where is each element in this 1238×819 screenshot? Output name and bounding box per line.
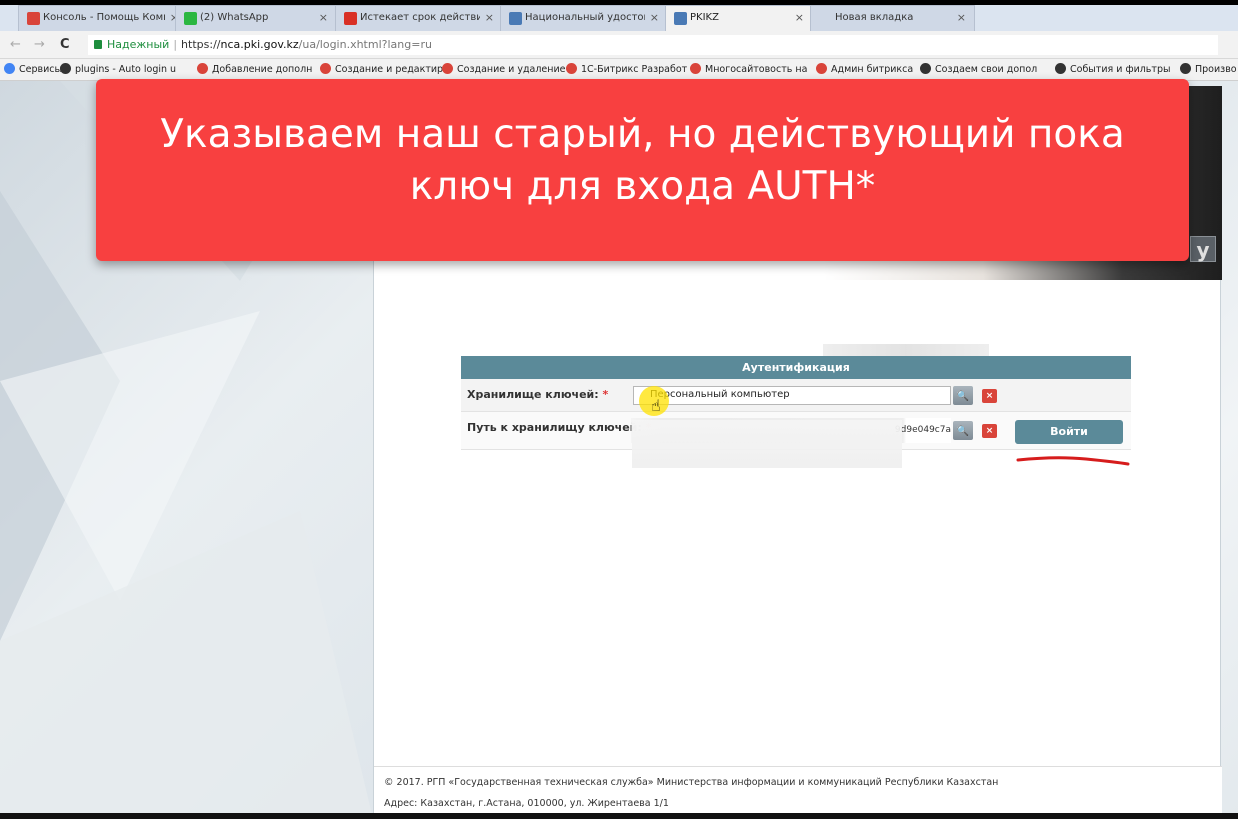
bookmark-label: Многосайтовость на [705,64,808,75]
bitrix-icon [197,63,208,74]
ex-icon [920,63,931,74]
bookmark-label: plugins - Auto login u [75,64,177,75]
storage-row: Хранилище ключей: * Персональный компьют… [461,379,1131,412]
lock-icon [94,40,102,49]
caption-line-2: ключ для входа AUTH* [409,164,876,209]
path-search-button[interactable]: 🔍 [953,421,973,440]
storage-select[interactable]: Персональный компьютер [633,386,951,405]
bitrix-icon [566,63,577,74]
search-icon: 🔍 [956,391,970,402]
url-scheme: https:// [181,38,221,51]
bookmark-item[interactable]: plugins - Auto login u [60,63,176,75]
bitrix-icon [816,63,827,74]
bookmark-label: События и фильтры [1070,64,1171,75]
browser-toolbar: ← → C Надежный | https://nca.pki.gov.kz/ua… [0,31,1238,59]
bookmark-item[interactable]: Добавление дополн [197,63,312,75]
bookmark-label: Создание и удаление [457,64,566,75]
tab-1[interactable]: Консоль - Помощь Комп× [18,5,188,31]
tab-2[interactable]: (2) WhatsApp × [175,5,337,31]
tab-favicon-icon [509,12,522,25]
bookmark-label: Сервисы [19,64,63,75]
red-underline-annotation [1016,456,1130,466]
bookmark-item[interactable]: Создание и удаление [442,63,566,75]
tab-6[interactable]: Новая вкладка × [810,5,975,31]
storage-search-button[interactable]: 🔍 [953,386,973,405]
bookmark-item[interactable]: Создаем свои допол [920,63,1037,75]
bookmark-item[interactable]: Админ битрикса [816,63,913,75]
bookmark-label: Произво [1195,64,1237,75]
bitrix-icon [320,63,331,74]
banner-logo-letter: y [1190,236,1216,262]
tab-strip: Консоль - Помощь Комп×(2) WhatsApp×Истек… [0,0,1238,31]
overlay-caption: Указываем наш старый, но действующий пок… [96,79,1189,261]
tab-title: Истекает срок действия [360,12,480,23]
storage-label: Хранилище ключей: * [467,388,609,401]
bookmark-item[interactable]: Создание и редактир [320,63,443,75]
tab-close-icon[interactable]: × [795,11,804,24]
tab-close-icon[interactable]: × [485,11,494,24]
tab-title: Консоль - Помощь Комп [43,12,165,23]
tab-4[interactable]: Национальный удостов × [500,5,668,31]
reload-icon[interactable]: C [60,37,70,52]
tab-close-icon[interactable]: × [319,11,328,24]
secure-label: Надежный [107,38,170,51]
bookmark-item[interactable]: Многосайтовость на [690,63,807,75]
page-footer: © 2017. РГП «Государственная техническая… [374,766,1222,819]
blurred-area-lower [632,420,902,468]
url-host: nca.pki.gov.kz [220,38,299,51]
path-clear-button[interactable]: × [982,424,997,438]
bookmark-item[interactable]: 1С-Битрикс Разработ [566,63,687,75]
tab-title: Новая вкладка [835,12,914,23]
url-separator: | [173,38,178,51]
bookmark-label: Создаем свои допол [935,64,1038,75]
caption-line-1: Указываем наш старый, но действующий пок… [160,112,1125,157]
url-path: /ua/login.xhtml?lang=ru [298,38,432,51]
bookmark-label: Добавление дополн [212,64,313,75]
tab-favicon-icon [184,12,197,25]
tab-close-icon[interactable]: × [957,11,966,24]
bookmark-label: 1С-Битрикс Разработ [581,64,688,75]
wordpress-w-icon [1180,63,1191,74]
tab-close-icon[interactable]: × [650,11,659,24]
tab-title: Национальный удостов [525,12,645,23]
bookmark-label: Админ битрикса [831,64,914,75]
back-arrow-icon[interactable]: ← [10,37,21,52]
address-bar[interactable]: Надежный | https://nca.pki.gov.kz/ua/login… [88,35,1218,55]
path-label: Путь к хранилищу ключей: * [467,421,651,434]
wordpress-w-icon [60,63,71,74]
bookmark-label: Создание и редактир [335,64,444,75]
footer-copyright: © 2017. РГП «Государственная техническая… [384,777,999,788]
screen-bottom-edge [0,813,1238,819]
search-icon: 🔍 [956,426,970,437]
apps-grid-icon [4,63,15,74]
storage-clear-button[interactable]: × [982,389,997,403]
bitrix-icon [690,63,701,74]
bookmarks-bar: Сервисы plugins - Auto login u Добавление … [0,59,1238,81]
tab-3[interactable]: Истекает срок действия × [335,5,503,31]
footer-address: Адрес: Казахстан, г.Астана, 010000, ул. … [384,798,669,809]
forward-arrow-icon[interactable]: → [34,37,45,52]
required-mark: * [602,388,609,401]
login-button[interactable]: Войти [1015,420,1123,444]
tab-favicon-icon [27,12,40,25]
wp-icon [1055,63,1066,74]
auth-header: Аутентификация [461,356,1131,379]
bookmark-item[interactable]: События и фильтры [1055,63,1170,75]
bookmark-item[interactable]: Сервисы [4,63,62,75]
bitrix-icon [442,63,453,74]
tab-title: (2) WhatsApp [200,12,269,23]
bookmark-item[interactable]: Произво [1180,63,1237,75]
tab-5[interactable]: PKIKZ × [665,5,813,31]
tab-favicon-icon [674,12,687,25]
tab-title: PKIKZ [690,12,719,23]
hand-cursor-icon: ☝ [651,396,661,415]
tab-favicon-icon [344,12,357,25]
